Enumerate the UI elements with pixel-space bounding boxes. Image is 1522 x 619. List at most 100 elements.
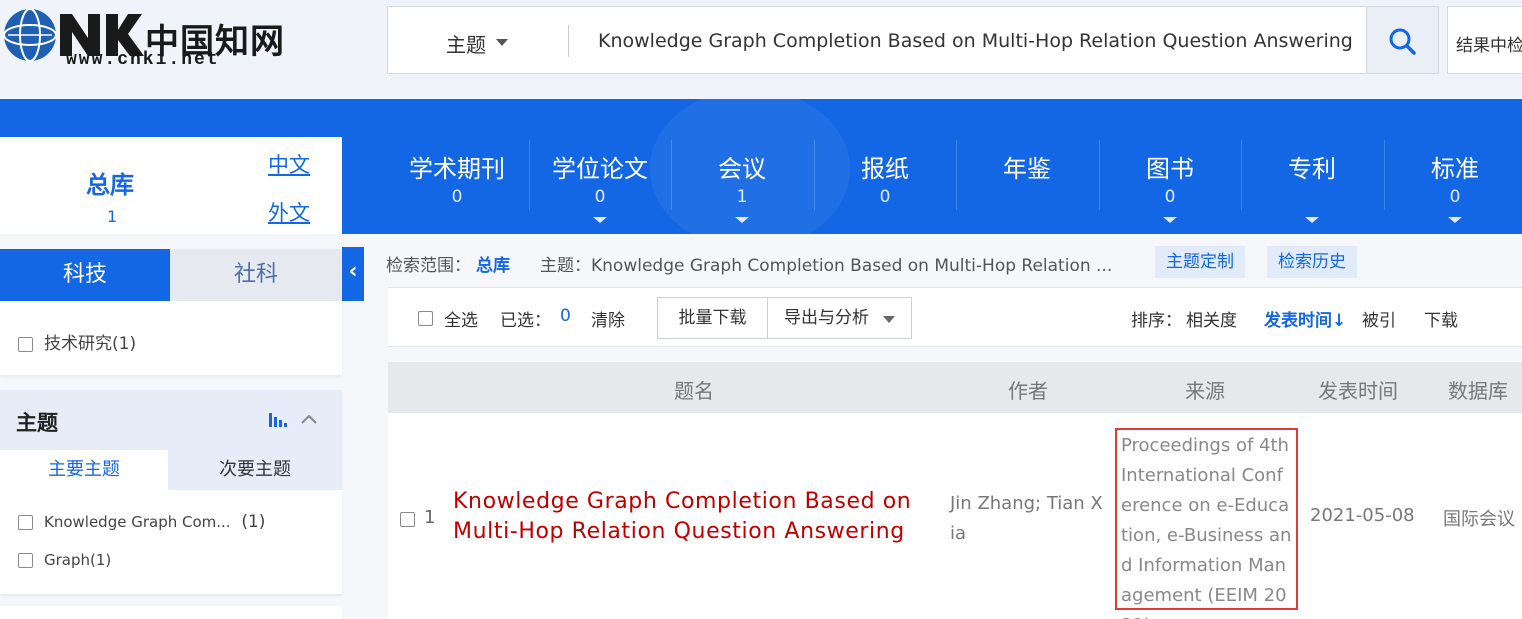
selected-count: 0 bbox=[560, 306, 571, 326]
result-source-link[interactable]: Proceedings of 4th International Confere… bbox=[1115, 428, 1298, 619]
result-date: 2021-05-08 bbox=[1310, 505, 1415, 526]
select-all-label[interactable]: 全选 bbox=[444, 306, 478, 331]
database-total-card: 总库 1 中文 外文 bbox=[0, 137, 342, 234]
chevron-down-icon[interactable] bbox=[1163, 217, 1177, 223]
collapse-sidebar-button[interactable]: ‹ bbox=[342, 247, 364, 301]
next-facet-panel bbox=[0, 606, 342, 619]
column-source: 来源 bbox=[1185, 379, 1225, 403]
bar-chart-icon[interactable] bbox=[268, 412, 288, 428]
chevron-down-icon[interactable] bbox=[593, 217, 607, 223]
topic-item[interactable]: Knowledge Graph Com... (1) bbox=[18, 512, 265, 532]
topic-facet-panel: 主题 主要主题 次要主题 Knowledge Graph Com... (1) … bbox=[0, 390, 342, 594]
cnki-logo[interactable]: 中国知网 www.cnki.net bbox=[0, 0, 290, 80]
tab-database[interactable]: 专利 bbox=[1241, 151, 1383, 231]
tab-divider bbox=[671, 140, 672, 210]
tab-database[interactable]: 标准 0 bbox=[1384, 151, 1522, 231]
tab-label: 年鉴 bbox=[1003, 155, 1051, 183]
tab-divider bbox=[814, 140, 815, 210]
top-header: 中国知网 www.cnki.net 主题 结果中检 bbox=[0, 0, 1522, 99]
search-icon bbox=[1389, 28, 1416, 55]
checkbox[interactable] bbox=[18, 553, 33, 568]
tab-count: 0 bbox=[594, 187, 606, 207]
search-button[interactable] bbox=[1367, 6, 1439, 74]
sort-relevance[interactable]: 相关度 bbox=[1186, 306, 1237, 331]
search-box: 主题 bbox=[387, 6, 1367, 74]
tab-count: 0 bbox=[1164, 187, 1176, 207]
topic-item-label: Knowledge Graph Com... bbox=[44, 513, 231, 531]
chevron-down-icon[interactable] bbox=[1448, 217, 1462, 223]
tab-count: 0 bbox=[451, 187, 463, 207]
tab-divider bbox=[956, 140, 957, 210]
tab-database[interactable]: 会议 1 bbox=[671, 151, 813, 231]
tab-science[interactable]: 科技 bbox=[0, 249, 170, 301]
tab-database[interactable]: 图书 0 bbox=[1099, 151, 1241, 231]
batch-download-button[interactable]: 批量下载 bbox=[657, 297, 768, 339]
search-input[interactable] bbox=[598, 27, 1358, 55]
result-authors[interactable]: Jin Zhang; Tian Xia bbox=[950, 489, 1106, 549]
checkbox[interactable] bbox=[418, 310, 433, 326]
chevron-down-icon bbox=[883, 316, 895, 323]
topic-customize-button[interactable]: 主题定制 bbox=[1155, 246, 1245, 278]
tab-database[interactable]: 学术期刊 0 bbox=[386, 151, 528, 231]
topic-item-count: (1) bbox=[241, 512, 266, 532]
tab-count: 0 bbox=[879, 187, 891, 207]
total-database-count: 1 bbox=[107, 207, 118, 226]
facet-item[interactable]: 技术研究(1) bbox=[18, 329, 136, 354]
tab-database[interactable]: 学位论文 0 bbox=[529, 151, 671, 231]
export-analyze-label: 导出与分析 bbox=[784, 308, 869, 328]
select-all-checkbox[interactable] bbox=[418, 308, 433, 328]
tab-label: 学位论文 bbox=[552, 155, 648, 183]
tab-minor-topic[interactable]: 次要主题 bbox=[168, 450, 342, 490]
chinese-filter-link[interactable]: 中文 bbox=[268, 149, 310, 179]
row-checkbox[interactable] bbox=[400, 512, 415, 527]
results-toolbar: 全选 已选： 0 清除 批量下载 导出与分析 排序： 相关度 发表时间↓ 被引 … bbox=[388, 287, 1522, 347]
discipline-facet-list: 技术研究(1) bbox=[0, 301, 342, 375]
chevron-down-icon[interactable] bbox=[1305, 217, 1319, 223]
tab-divider bbox=[1099, 140, 1100, 210]
tab-database[interactable]: 报纸 0 bbox=[814, 151, 956, 231]
sort-by-date[interactable]: 发表时间↓ bbox=[1264, 306, 1346, 331]
foreign-filter-link[interactable]: 外文 bbox=[268, 197, 310, 227]
topic-panel-header: 主题 bbox=[0, 390, 342, 450]
tab-label: 图书 bbox=[1146, 155, 1194, 183]
clear-button[interactable]: 清除 bbox=[591, 306, 625, 331]
topic-item-label: Graph(1) bbox=[44, 551, 112, 569]
chevron-down-icon[interactable] bbox=[735, 217, 749, 223]
export-analyze-dropdown[interactable]: 导出与分析 bbox=[767, 297, 912, 339]
tab-main-topic[interactable]: 主要主题 bbox=[0, 450, 168, 490]
tab-label: 学术期刊 bbox=[409, 155, 505, 183]
tab-label: 专利 bbox=[1288, 155, 1336, 183]
facet-label: 技术研究(1) bbox=[44, 334, 137, 354]
tab-divider bbox=[1241, 140, 1242, 210]
total-database-label[interactable]: 总库 bbox=[86, 165, 134, 200]
tab-database[interactable]: 年鉴 bbox=[956, 151, 1098, 231]
search-history-button[interactable]: 检索历史 bbox=[1267, 246, 1357, 278]
logo-url-text: www.cnki.net bbox=[66, 50, 220, 70]
sort-label: 排序： bbox=[1131, 311, 1182, 331]
chevron-up-icon[interactable] bbox=[300, 412, 318, 426]
tab-label: 报纸 bbox=[861, 155, 909, 183]
column-database: 数据库 bbox=[1448, 379, 1508, 403]
scope-query: 主题：Knowledge Graph Completion Based on M… bbox=[540, 256, 1113, 276]
checkbox[interactable] bbox=[18, 336, 33, 352]
search-type-dropdown[interactable]: 主题 bbox=[446, 29, 486, 58]
tab-count: 0 bbox=[1449, 187, 1461, 207]
tab-social-science[interactable]: 社科 bbox=[170, 249, 342, 301]
result-title-link[interactable]: Knowledge Graph Completion Based on Mult… bbox=[453, 487, 933, 547]
chevron-down-icon[interactable] bbox=[496, 39, 508, 46]
row-number: 1 bbox=[424, 507, 436, 528]
sort-by-cited[interactable]: 被引 bbox=[1362, 306, 1396, 331]
sort-by-download[interactable]: 下载 bbox=[1424, 306, 1458, 331]
scope-label: 检索范围： bbox=[386, 256, 471, 276]
column-title: 题名 bbox=[674, 379, 714, 403]
table-row: 1 Knowledge Graph Completion Based on Mu… bbox=[388, 413, 1522, 619]
topic-panel-title: 主题 bbox=[16, 411, 58, 435]
discipline-tabs: 科技 社科 bbox=[0, 249, 342, 301]
topic-item[interactable]: Graph(1) bbox=[18, 551, 111, 569]
column-author: 作者 bbox=[1008, 379, 1048, 403]
checkbox[interactable] bbox=[18, 515, 33, 530]
divider bbox=[568, 25, 569, 57]
tab-count: 1 bbox=[736, 187, 748, 207]
search-in-results-button[interactable]: 结果中检 bbox=[1447, 6, 1522, 74]
selected-label: 已选： bbox=[500, 311, 551, 331]
